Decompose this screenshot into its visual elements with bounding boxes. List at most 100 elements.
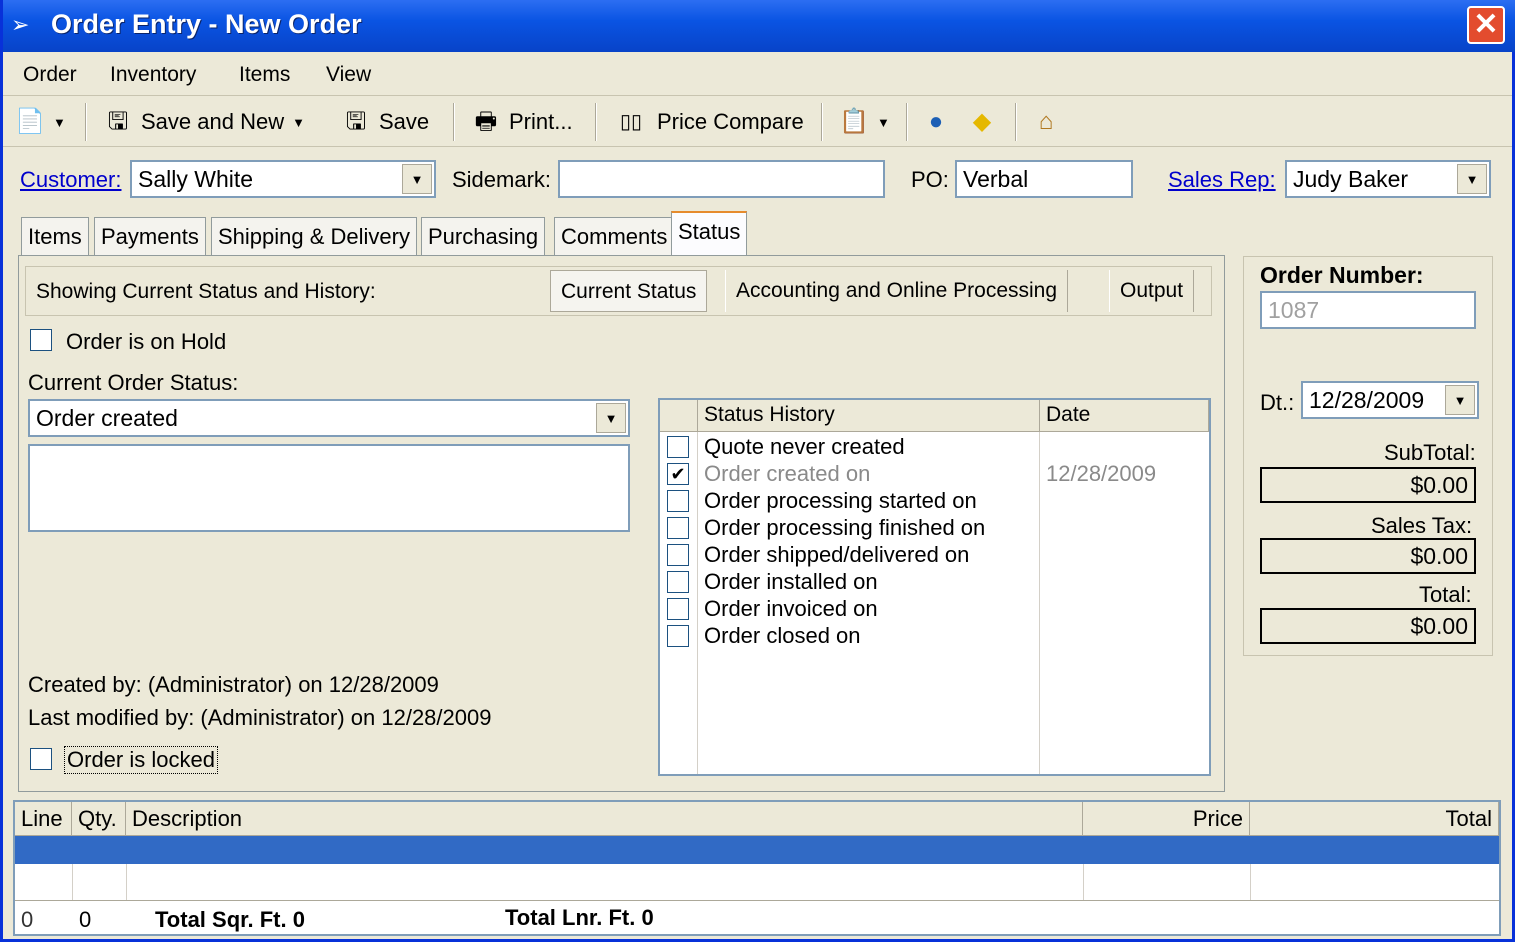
sales-rep-value: Judy Baker bbox=[1293, 166, 1409, 192]
new-document-icon: 📄 bbox=[15, 108, 45, 135]
history-row-checkbox[interactable]: ✔ bbox=[667, 463, 689, 485]
toolbar-separator bbox=[821, 103, 823, 141]
history-row-date: 12/28/2009 bbox=[1046, 461, 1157, 486]
col-price[interactable]: Price bbox=[1083, 802, 1250, 836]
history-row-checkbox[interactable] bbox=[667, 436, 689, 458]
col-description[interactable]: Description bbox=[126, 802, 1083, 836]
history-row-checkbox[interactable] bbox=[667, 571, 689, 593]
subtab-current-status[interactable]: Current Status bbox=[550, 270, 708, 312]
customer-combo[interactable]: Sally White ▼ bbox=[130, 160, 436, 198]
directions-sign-icon: ◆ bbox=[972, 108, 992, 135]
date-value: 12/28/2009 bbox=[1309, 387, 1425, 413]
menu-bar: Order Inventory Items View bbox=[3, 52, 1512, 96]
subtotal-label: SubTotal: bbox=[1384, 440, 1476, 465]
price-compare-button[interactable]: ▯▯ Price Compare bbox=[613, 105, 804, 139]
toolbar-separator bbox=[1015, 103, 1017, 141]
menu-order[interactable]: Order bbox=[23, 63, 77, 87]
sidemark-label: Sidemark: bbox=[452, 167, 552, 192]
home-button[interactable]: ⌂ bbox=[1031, 105, 1061, 139]
sales-rep-link[interactable]: Sales Rep: bbox=[1168, 167, 1276, 193]
current-status-value: Order created bbox=[36, 405, 178, 431]
window-title: Order Entry - New Order bbox=[51, 9, 362, 39]
history-row-checkbox[interactable] bbox=[667, 544, 689, 566]
history-row-label: Order invoiced on bbox=[704, 596, 878, 621]
footer-line-count: 0 bbox=[21, 907, 34, 932]
grid-header-check bbox=[660, 400, 698, 432]
history-row-checkbox[interactable] bbox=[667, 490, 689, 512]
grid-divider bbox=[1250, 864, 1251, 900]
new-button[interactable]: 📄 ▼ bbox=[15, 105, 66, 139]
chevron-down-icon[interactable]: ▼ bbox=[402, 164, 432, 194]
tab-status[interactable]: Status bbox=[671, 211, 748, 257]
title-bar[interactable]: ➢ Order Entry - New Order ✕ bbox=[3, 0, 1515, 52]
tab-shipping-delivery[interactable]: Shipping & Delivery bbox=[211, 217, 417, 255]
history-row-checkbox[interactable] bbox=[667, 517, 689, 539]
col-total[interactable]: Total bbox=[1250, 802, 1499, 836]
tab-items[interactable]: Items bbox=[21, 217, 89, 255]
save-and-new-label: Save and New bbox=[141, 109, 285, 134]
dropdown-arrow-icon[interactable]: ▼ bbox=[53, 115, 66, 130]
grid-divider bbox=[126, 864, 127, 900]
col-qty[interactable]: Qty. bbox=[72, 802, 126, 836]
showing-label: Showing Current Status and History: bbox=[36, 280, 376, 303]
grid-header-date[interactable]: Date bbox=[1040, 400, 1209, 432]
price-compare-icon: ▯▯ bbox=[619, 111, 642, 133]
history-row-label: Quote never created bbox=[704, 434, 905, 459]
history-row-checkbox[interactable] bbox=[667, 598, 689, 620]
web-button[interactable]: ● bbox=[921, 105, 951, 139]
current-status-combo[interactable]: Order created ▼ bbox=[28, 399, 630, 437]
chevron-down-icon[interactable]: ▼ bbox=[1445, 385, 1475, 415]
chevron-down-icon[interactable]: ▼ bbox=[1457, 164, 1487, 194]
toolbar-separator bbox=[595, 103, 597, 141]
menu-view[interactable]: View bbox=[326, 63, 371, 87]
directions-button[interactable]: ◆ bbox=[967, 105, 997, 139]
dropdown-arrow-icon[interactable]: ▼ bbox=[292, 115, 305, 130]
menu-inventory[interactable]: Inventory bbox=[110, 63, 196, 87]
sales-rep-combo[interactable]: Judy Baker ▼ bbox=[1285, 160, 1491, 198]
sidemark-input[interactable] bbox=[558, 160, 885, 198]
history-row-label: Order closed on bbox=[704, 623, 861, 648]
subtab-accounting[interactable]: Accounting and Online Processing bbox=[725, 270, 1069, 312]
customer-link[interactable]: Customer: bbox=[20, 167, 121, 193]
floppy-disk-icon: 🖫 bbox=[345, 108, 367, 135]
price-compare-label: Price Compare bbox=[657, 109, 804, 134]
col-line[interactable]: Line bbox=[15, 802, 72, 836]
history-row-label: Order processing finished on bbox=[704, 515, 986, 540]
line-items-grid: Line Qty. Description Price Total 0 0 To… bbox=[13, 800, 1501, 936]
grid-divider bbox=[72, 864, 73, 900]
total-label: Total: bbox=[1419, 582, 1472, 607]
status-history-grid: Status History Date Quote never created ✔… bbox=[658, 398, 1211, 776]
history-row-checkbox[interactable] bbox=[667, 625, 689, 647]
home-icon: ⌂ bbox=[1038, 108, 1054, 135]
po-input[interactable]: Verbal bbox=[955, 160, 1133, 198]
date-label: Dt.: bbox=[1260, 390, 1295, 415]
save-and-new-icon: 🖫 bbox=[107, 108, 129, 135]
print-button[interactable]: 🖶 Print... bbox=[471, 105, 573, 139]
selected-line-row[interactable] bbox=[15, 836, 1499, 864]
printer-icon: 🖶 bbox=[474, 108, 498, 135]
chevron-down-icon[interactable]: ▼ bbox=[596, 403, 626, 433]
menu-items[interactable]: Items bbox=[239, 63, 290, 87]
on-hold-checkbox[interactable] bbox=[30, 329, 52, 351]
grid-header-status[interactable]: Status History bbox=[698, 400, 1040, 432]
dropdown-arrow-icon[interactable]: ▼ bbox=[877, 115, 890, 130]
close-button[interactable]: ✕ bbox=[1467, 6, 1505, 44]
tab-purchasing[interactable]: Purchasing bbox=[421, 217, 546, 255]
history-row-label: Order installed on bbox=[704, 569, 878, 594]
tab-comments[interactable]: Comments bbox=[554, 217, 675, 255]
subtab-output[interactable]: Output bbox=[1109, 270, 1195, 312]
toolbar-separator bbox=[906, 103, 908, 141]
save-button[interactable]: 🖫 Save bbox=[341, 105, 429, 139]
toolbar-separator bbox=[453, 103, 455, 141]
tab-payments[interactable]: Payments bbox=[94, 217, 206, 255]
locked-checkbox[interactable] bbox=[30, 748, 52, 770]
sales-tax-label: Sales Tax: bbox=[1371, 513, 1473, 538]
modified-by-text: Last modified by: (Administrator) on 12/… bbox=[28, 705, 492, 730]
po-label: PO: bbox=[911, 167, 949, 192]
save-label: Save bbox=[379, 109, 430, 134]
save-and-new-button[interactable]: 🖫 Save and New ▼ bbox=[103, 105, 305, 139]
app-icon: ➢ bbox=[11, 12, 30, 37]
clipboard-button[interactable]: 📋 ▼ bbox=[839, 105, 890, 139]
status-notes-textarea[interactable] bbox=[28, 444, 630, 532]
date-picker[interactable]: 12/28/2009 ▼ bbox=[1301, 381, 1479, 419]
